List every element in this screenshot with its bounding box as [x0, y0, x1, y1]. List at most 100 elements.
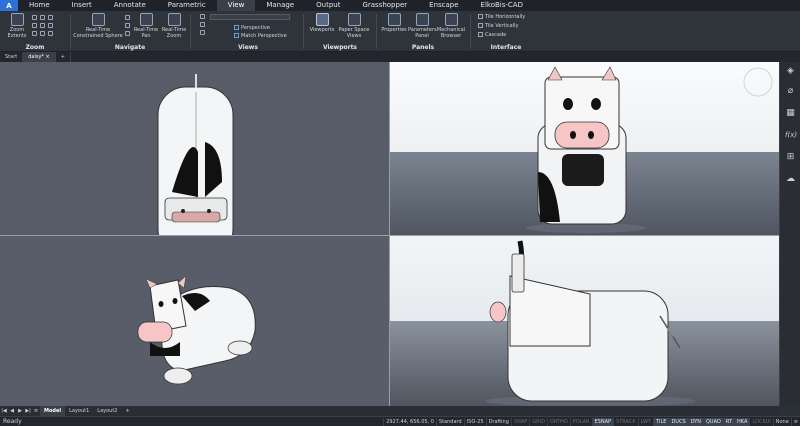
rt-toggle[interactable]: RT — [722, 417, 735, 426]
zoom-extents-label-2: Extents — [7, 33, 27, 39]
zoom-out-icon[interactable] — [40, 23, 45, 28]
new-tab-button[interactable]: + — [56, 52, 71, 62]
parameters-panel-button[interactable]: Parameters Panel — [408, 13, 437, 39]
attach-icon[interactable]: ⌀ — [785, 86, 796, 97]
viewport-top[interactable] — [0, 62, 389, 235]
mechanical-browser-button[interactable]: Mechanical Browser — [436, 13, 466, 39]
zoom-scale-icon[interactable] — [32, 31, 37, 36]
dyn-toggle[interactable]: DYN — [687, 417, 703, 426]
layout-list-icon[interactable]: ≡ — [32, 407, 40, 415]
esnap-toggle[interactable]: ESNAP — [591, 417, 614, 426]
viewports-group-label: Viewports — [322, 44, 358, 51]
tab-enscape[interactable]: Enscape — [418, 0, 469, 11]
tab-elkobis[interactable]: ElkoBis-CAD — [470, 0, 534, 11]
zoom-object-icon[interactable] — [40, 31, 45, 36]
view-icon[interactable] — [200, 22, 205, 27]
perspective-toggle[interactable]: Perspective — [234, 25, 270, 31]
next-layout-icon[interactable]: ▶ — [16, 407, 24, 415]
named-view-icon[interactable] — [200, 14, 205, 19]
orbit-option-icon[interactable] — [125, 23, 130, 28]
tile-horizontally-button[interactable]: Tile Horizontally — [478, 14, 525, 20]
viewport-divider-horizontal[interactable] — [0, 235, 779, 236]
grid-panel-icon[interactable]: ▦ — [785, 108, 796, 119]
cow-iso-view — [137, 275, 256, 385]
zoom-extents-button[interactable]: Zoom Extents — [4, 13, 30, 39]
annotation-scale-selector[interactable]: None — [772, 417, 791, 426]
hierarchy-icon[interactable]: ⊞ — [785, 152, 796, 163]
tab-insert[interactable]: Insert — [61, 0, 103, 11]
last-layout-icon[interactable]: ▶| — [24, 407, 32, 415]
tile-vertically-button[interactable]: Tile Vertically — [478, 23, 518, 29]
app-logo-icon[interactable]: A — [0, 0, 18, 11]
close-icon[interactable]: × — [46, 54, 50, 60]
zoom-in-icon[interactable] — [32, 23, 37, 28]
tile-toggle[interactable]: TILE — [652, 417, 669, 426]
zoom-previous-icon[interactable] — [40, 15, 45, 20]
realtime-zoom-button[interactable]: Real-Time Zoom — [160, 13, 188, 39]
ortho-toggle[interactable]: ORTHO — [546, 417, 570, 426]
cascade-button[interactable]: Cascade — [478, 32, 506, 38]
polar-toggle[interactable]: POLAR — [569, 417, 592, 426]
zoom-center-icon[interactable] — [48, 23, 53, 28]
realtime-constrained-sphere-button[interactable]: Real-Time Constrained Sphere — [73, 13, 123, 39]
add-layout-button[interactable]: + — [121, 406, 133, 416]
tile-horizontal-icon — [478, 14, 483, 19]
coordinate-readout[interactable]: 2927.44, 656.05, 0 — [383, 417, 436, 426]
orbit-icon — [91, 13, 105, 26]
zoom-window-icon[interactable] — [32, 15, 37, 20]
tab-grasshopper[interactable]: Grasshopper — [351, 0, 418, 11]
app-window: A Home Insert Annotate Parametric View M… — [0, 0, 800, 426]
cascade-label: Cascade — [485, 32, 507, 38]
zoom-all-icon[interactable] — [48, 31, 53, 36]
tab-view[interactable]: View — [216, 0, 256, 11]
viewports-button[interactable]: Viewports — [307, 13, 337, 33]
layout-tab-model[interactable]: Model — [40, 406, 66, 416]
workspace-selector[interactable]: Drafting — [485, 417, 511, 426]
viewport-isometric[interactable] — [0, 236, 389, 406]
view-icon[interactable] — [200, 30, 205, 35]
strack-toggle[interactable]: STRACK — [613, 417, 638, 426]
status-bar: Ready 2927.44, 656.05, 0 Standard ISO-25… — [0, 416, 800, 426]
viewport-side[interactable] — [390, 236, 779, 406]
customize-menu-icon[interactable]: ≡ — [790, 417, 800, 426]
viewport-divider-vertical[interactable] — [389, 62, 390, 406]
tab-output[interactable]: Output — [305, 0, 351, 11]
viewport-front[interactable] — [390, 62, 779, 235]
paper-space-views-button[interactable]: Paper Space Views — [337, 13, 371, 39]
tile-h-label: Tile Horizontally — [485, 14, 526, 20]
tab-annotate[interactable]: Annotate — [103, 0, 157, 11]
tab-home[interactable]: Home — [18, 0, 61, 11]
first-layout-icon[interactable]: |◀ — [0, 407, 8, 415]
snap-toggle[interactable]: SNAP — [510, 417, 529, 426]
layout-tab-layout1[interactable]: Layout1 — [65, 406, 93, 416]
view-dropdown[interactable] — [210, 14, 290, 20]
doc-tab-daisy[interactable]: daisy* × — [23, 52, 56, 62]
text-style-selector[interactable]: Standard — [435, 417, 464, 426]
zoom-dynamic-icon[interactable] — [48, 15, 53, 20]
lwt-toggle[interactable]: LWT — [637, 417, 653, 426]
tab-manage[interactable]: Manage — [255, 0, 305, 11]
zoom-group-label: Zoom — [25, 44, 45, 51]
grid-toggle[interactable]: GRID — [529, 417, 547, 426]
cloud-icon[interactable]: ☁ — [785, 174, 796, 185]
layers-icon[interactable]: ◈ — [785, 66, 796, 77]
checkbox-icon — [234, 25, 239, 30]
cascade-icon — [478, 32, 483, 37]
dim-style-selector[interactable]: ISO-25 — [463, 417, 486, 426]
perspective-label: Perspective — [241, 25, 270, 31]
function-icon[interactable]: f(x) — [785, 130, 797, 141]
realtime-pan-button[interactable]: Real-Time Pan — [133, 13, 159, 39]
doc-tab-start[interactable]: Start — [0, 52, 24, 62]
quad-toggle[interactable]: QUAD — [703, 417, 723, 426]
properties-button[interactable]: Properties — [380, 13, 408, 33]
ducs-toggle[interactable]: DUCS — [668, 417, 688, 426]
match-perspective-toggle[interactable]: Match Perspective — [234, 33, 287, 39]
tab-parametric[interactable]: Parametric — [157, 0, 217, 11]
hka-toggle[interactable]: HKA — [734, 417, 750, 426]
lockui-toggle[interactable]: LOCKUI — [749, 417, 772, 426]
prev-layout-icon[interactable]: ◀ — [8, 407, 16, 415]
orbit-option-icon[interactable] — [125, 31, 130, 36]
layout-tab-layout2[interactable]: Layout2 — [93, 406, 121, 416]
ribbon-separator — [190, 14, 191, 49]
orbit-option-icon[interactable] — [125, 15, 130, 20]
